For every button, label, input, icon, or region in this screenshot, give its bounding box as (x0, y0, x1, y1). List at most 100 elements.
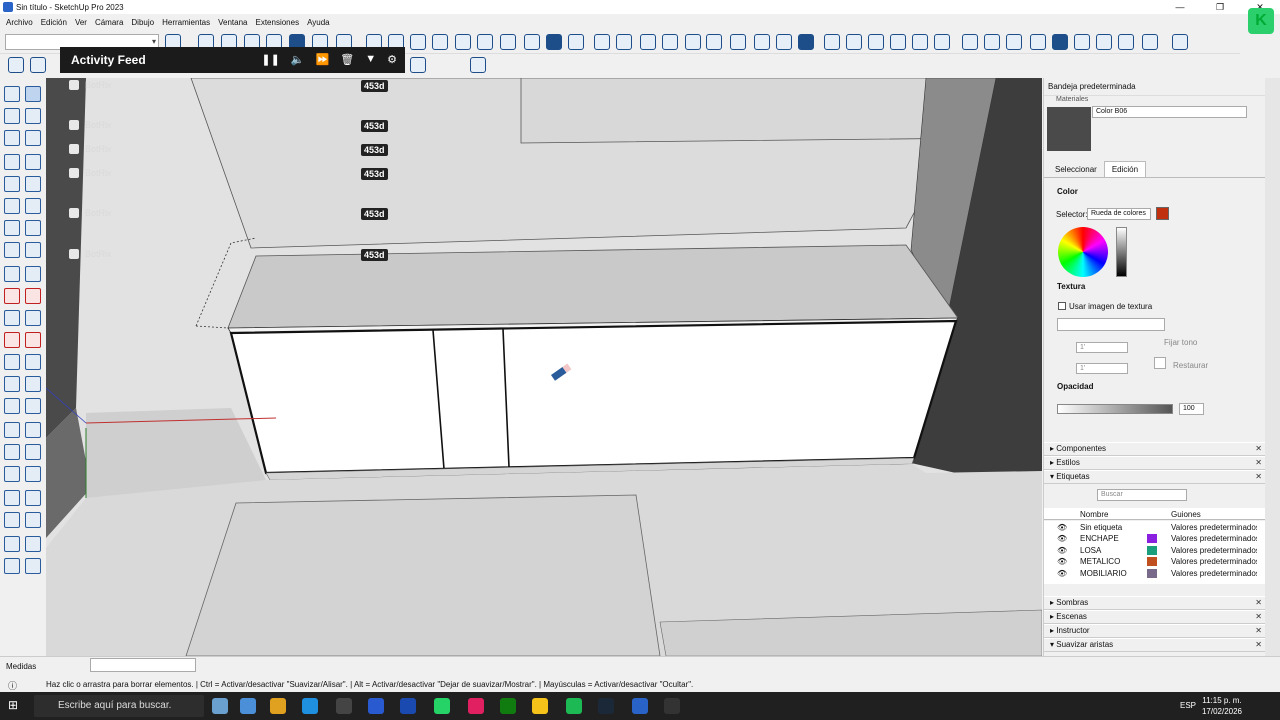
close-icon[interactable]: ✕ (1255, 471, 1262, 483)
toolbar-tool-icon[interactable] (934, 34, 950, 50)
left-tool-icon[interactable] (4, 130, 20, 146)
left-tool-icon[interactable] (4, 512, 20, 528)
close-icon[interactable]: ✕ (1255, 457, 1262, 469)
taskbar-app-icon[interactable] (598, 698, 614, 714)
left-tool-icon[interactable] (25, 154, 41, 170)
restore-checkbox[interactable] (1154, 357, 1166, 369)
left-tool-icon[interactable] (25, 266, 41, 282)
left-tool-icon[interactable] (4, 398, 20, 414)
toolbar-tool-icon[interactable] (1006, 34, 1022, 50)
close-icon[interactable]: ✕ (1255, 443, 1262, 455)
tray-scrollbar[interactable] (1265, 78, 1280, 656)
left-tool-icon[interactable] (4, 242, 20, 258)
filter-icon[interactable]: ▼ (365, 53, 376, 66)
left-tool-icon[interactable] (4, 176, 20, 192)
tag-color-swatch[interactable] (1147, 534, 1157, 544)
eye-icon[interactable]: 👁 (1057, 556, 1067, 567)
taskbar-app-icon[interactable] (270, 698, 286, 714)
windows-start-icon[interactable]: ⊞ (8, 698, 18, 712)
maximize-button[interactable]: ❐ (1200, 0, 1240, 14)
toolbar-tool-icon[interactable] (594, 34, 610, 50)
left-tool-icon[interactable] (25, 536, 41, 552)
toolbar-tool-icon[interactable] (846, 34, 862, 50)
left-tool-icon[interactable] (25, 86, 41, 102)
gear-icon[interactable]: ⚙ (387, 53, 397, 66)
table-row[interactable]: 👁 METALICO Valores predeterminados (1047, 556, 1257, 567)
section-instructor[interactable]: ▸ Instructor ✕ (1044, 624, 1266, 638)
clock[interactable]: 11:15 p. m. 17/02/2026 (1202, 695, 1242, 717)
left-tool-icon[interactable] (4, 288, 20, 304)
taskbar-app-icon[interactable] (368, 698, 384, 714)
left-tool-icon[interactable] (4, 444, 20, 460)
measurements-field[interactable] (90, 658, 196, 672)
color-wheel[interactable] (1058, 227, 1108, 277)
left-tool-icon[interactable] (25, 288, 41, 304)
taskbar-app-icon[interactable] (400, 698, 416, 714)
left-tool-icon[interactable] (25, 176, 41, 192)
left-tool-icon[interactable] (4, 536, 20, 552)
taskbar-search[interactable]: Escribe aquí para buscar. (34, 695, 204, 717)
menu-camara[interactable]: Cámara (91, 18, 127, 27)
menu-archivo[interactable]: Archivo (2, 18, 37, 27)
toolbar-tool-icon[interactable] (455, 34, 471, 50)
table-row[interactable]: 👁 LOSA Valores predeterminados (1047, 545, 1257, 556)
taskbar-app-icon[interactable] (500, 698, 516, 714)
taskbar-app-icon[interactable] (212, 698, 228, 714)
left-tool-icon[interactable] (4, 558, 20, 574)
taskbar-app-icon[interactable] (302, 698, 318, 714)
toolbar-tool-icon[interactable] (1172, 34, 1188, 50)
toolbar-tool-icon[interactable] (1052, 34, 1068, 50)
eye-icon[interactable]: 👁 (1057, 545, 1067, 556)
left-tool-icon[interactable] (4, 310, 20, 326)
section-sombras[interactable]: ▸ Sombras ✕ (1044, 596, 1266, 610)
toolbar-tool-icon[interactable] (1030, 34, 1046, 50)
brightness-slider[interactable] (1116, 227, 1127, 277)
left-tool-icon[interactable] (25, 332, 41, 348)
3d-viewport[interactable] (46, 78, 1042, 656)
left-tool-icon[interactable] (4, 422, 20, 438)
menu-extensiones[interactable]: Extensiones (251, 18, 303, 27)
menu-ayuda[interactable]: Ayuda (303, 18, 334, 27)
close-icon[interactable]: ✕ (1255, 639, 1262, 651)
toolbar-tool-icon[interactable] (410, 34, 426, 50)
menu-ventana[interactable]: Ventana (214, 18, 251, 27)
toolbar-tool-icon[interactable] (824, 34, 840, 50)
trash-icon[interactable]: 🗑 (340, 53, 354, 66)
material-name-field[interactable]: Color B06 (1092, 106, 1247, 118)
toolbar-tool-icon[interactable] (730, 34, 746, 50)
eye-icon[interactable]: 👁 (1057, 533, 1067, 544)
table-row[interactable]: 👁 ENCHAPE Valores predeterminados (1047, 533, 1257, 544)
tag-color-swatch[interactable] (1147, 545, 1157, 555)
skip-icon[interactable]: ⏩ (316, 53, 330, 66)
section-escenas[interactable]: ▸ Escenas ✕ (1044, 610, 1266, 624)
tag-dashes-header[interactable]: Guiones (1171, 510, 1201, 519)
left-tool-icon[interactable] (25, 490, 41, 506)
texture-path-field[interactable] (1057, 318, 1165, 331)
close-icon[interactable]: ✕ (1255, 597, 1262, 609)
taskbar-app-icon[interactable] (434, 698, 450, 714)
color-swatch[interactable] (1156, 207, 1169, 220)
left-tool-icon[interactable] (4, 354, 20, 370)
toolbar-tool-icon[interactable] (706, 34, 722, 50)
toolbar-tool-icon[interactable] (616, 34, 632, 50)
table-row[interactable]: 👁 Sin etiqueta Valores predeterminados (1047, 522, 1257, 533)
opacity-slider[interactable] (1057, 404, 1173, 414)
left-tool-icon[interactable] (25, 398, 41, 414)
left-tool-icon[interactable] (4, 108, 20, 124)
toolbar-tool-icon[interactable] (524, 34, 540, 50)
left-tool-icon[interactable] (4, 376, 20, 392)
toolbar-tool-icon[interactable] (432, 34, 448, 50)
menu-ver[interactable]: Ver (71, 18, 91, 27)
menu-herramientas[interactable]: Herramientas (158, 18, 214, 27)
texture-height-field[interactable]: 1' (1076, 363, 1128, 374)
language-indicator[interactable]: ESP (1180, 701, 1196, 710)
left-tool-icon[interactable] (4, 332, 20, 348)
eye-icon[interactable]: 👁 (1057, 568, 1067, 579)
taskbar-app-icon[interactable] (532, 698, 548, 714)
toolbar-tool-icon[interactable] (546, 34, 562, 50)
left-tool-icon[interactable] (25, 220, 41, 236)
tag-name-header[interactable]: Nombre (1080, 510, 1108, 519)
left-tool-icon[interactable] (25, 466, 41, 482)
toolbar-tool-icon[interactable] (912, 34, 928, 50)
section-componentes[interactable]: ▸ Componentes ✕ (1044, 442, 1266, 456)
